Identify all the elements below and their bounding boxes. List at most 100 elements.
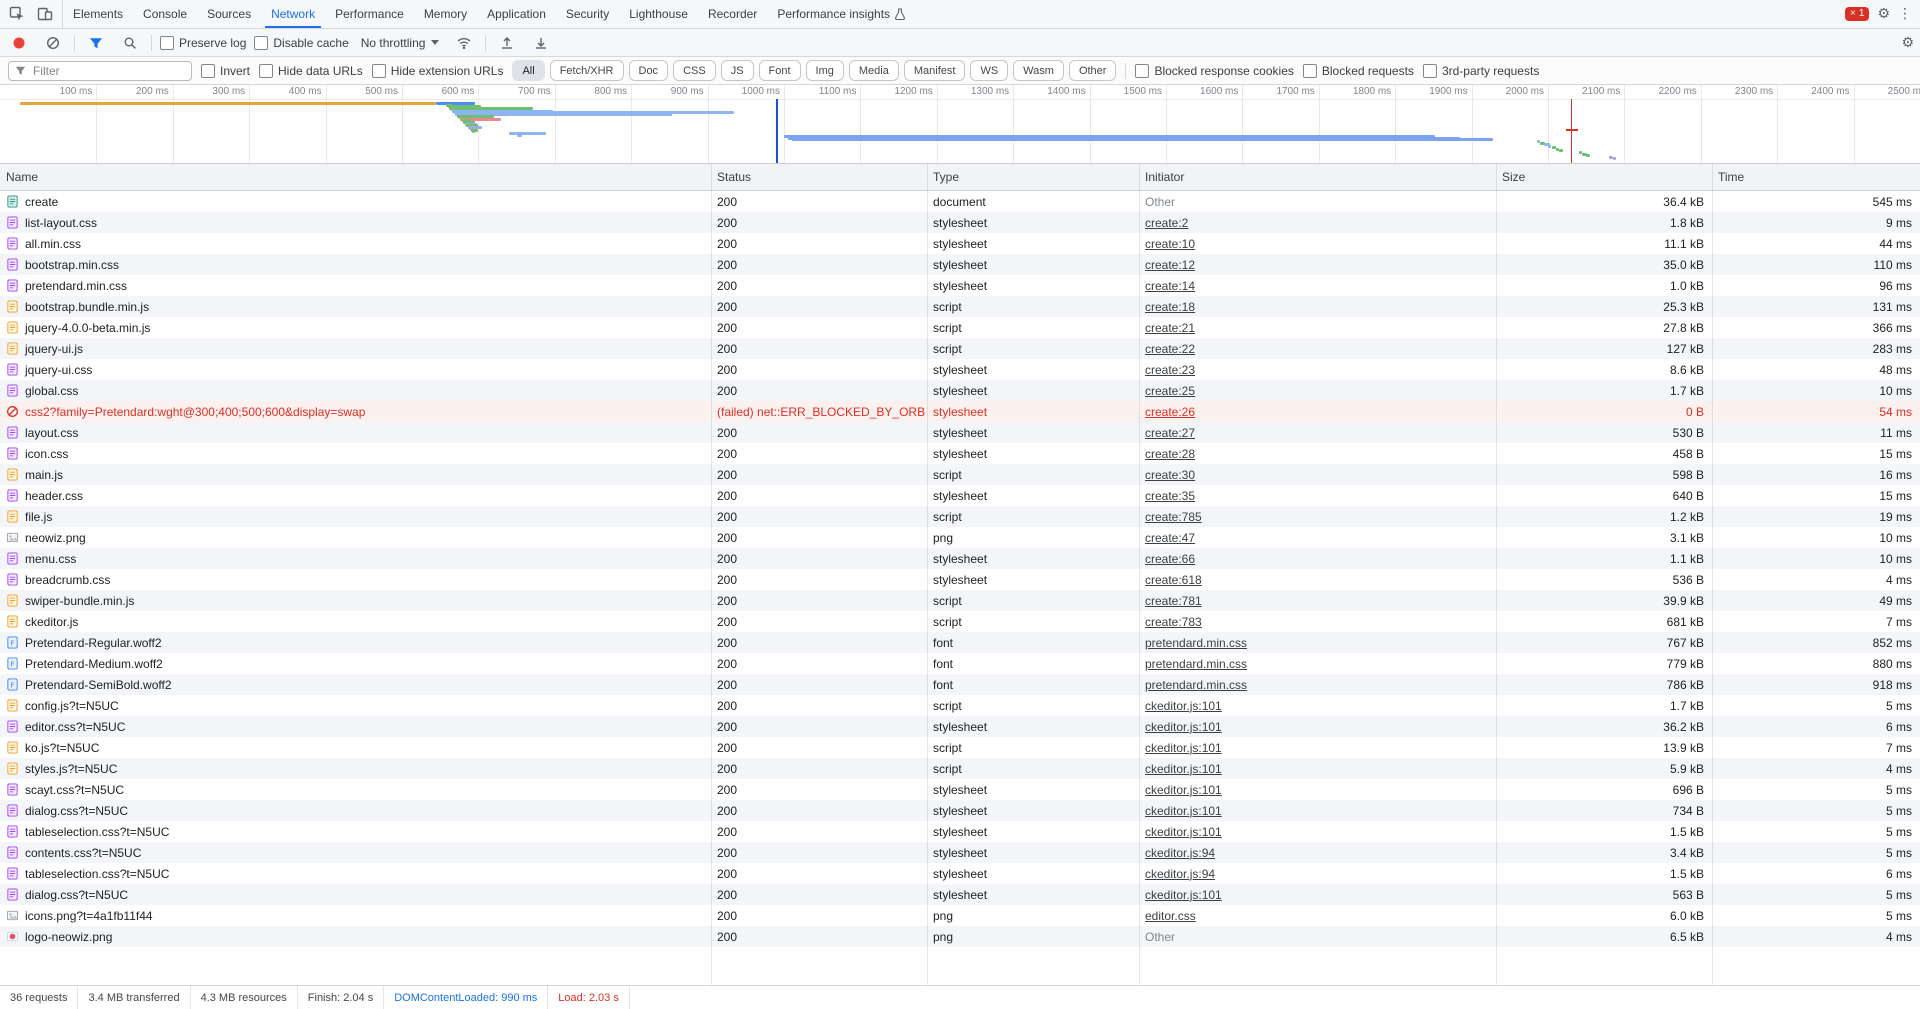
table-row[interactable]: css2?family=Pretendard:wght@300;400;500;… bbox=[0, 401, 1920, 422]
request-initiator-link[interactable]: create:783 bbox=[1145, 615, 1202, 629]
table-row[interactable]: contents.css?t=N5UC 200 stylesheet ckeditor… bbox=[0, 842, 1920, 863]
table-row[interactable]: jquery-ui.js 200 script create:22 127 kB 283 … bbox=[0, 338, 1920, 359]
filter-chip-all[interactable]: All bbox=[512, 60, 545, 81]
network-overview[interactable]: 100 ms 200 ms 300 ms 400 ms 500 ms 600 ms 700 … bbox=[0, 85, 1920, 164]
table-row[interactable]: bootstrap.bundle.min.js 200 script create:1… bbox=[0, 296, 1920, 317]
error-count-badge[interactable]: × 1 bbox=[1845, 7, 1870, 21]
table-row[interactable]: F Pretendard-Regular.woff2 200 font pretenda… bbox=[0, 632, 1920, 653]
request-initiator-link[interactable]: ckeditor.js:101 bbox=[1145, 783, 1222, 797]
filter-chip-css[interactable]: CSS bbox=[673, 60, 716, 81]
table-row[interactable]: config.js?t=N5UC 200 script ckeditor.js:101… bbox=[0, 695, 1920, 716]
column-header-initiator[interactable]: Initiator bbox=[1139, 164, 1496, 190]
disable-cache-checkbox[interactable]: Disable cache bbox=[254, 35, 349, 50]
request-initiator-link[interactable]: create:2 bbox=[1145, 216, 1188, 230]
filter-chip-doc[interactable]: Doc bbox=[628, 60, 669, 81]
table-row[interactable]: pretendard.min.css 200 stylesheet create:14… bbox=[0, 275, 1920, 296]
table-row[interactable]: layout.css 200 stylesheet create:27 530 B 11 … bbox=[0, 422, 1920, 443]
import-har-button[interactable] bbox=[494, 31, 520, 55]
request-initiator-link[interactable]: create:25 bbox=[1145, 384, 1195, 398]
request-initiator-link[interactable]: ckeditor.js:101 bbox=[1145, 741, 1222, 755]
request-initiator-link[interactable]: create:27 bbox=[1145, 426, 1195, 440]
table-row[interactable]: main.js 200 script create:30 598 B 16 ms bbox=[0, 464, 1920, 485]
request-initiator-link[interactable]: create:14 bbox=[1145, 279, 1195, 293]
export-har-button[interactable] bbox=[528, 31, 554, 55]
filter-toggle-button[interactable] bbox=[83, 31, 109, 55]
filter-chip-wasm[interactable]: Wasm bbox=[1013, 60, 1064, 81]
request-initiator-link[interactable]: ckeditor.js:101 bbox=[1145, 804, 1222, 818]
request-initiator-link[interactable]: ckeditor.js:101 bbox=[1145, 762, 1222, 776]
request-initiator-link[interactable]: ckeditor.js:94 bbox=[1145, 867, 1215, 881]
request-initiator-link[interactable]: ckeditor.js:101 bbox=[1145, 825, 1222, 839]
request-initiator-link[interactable]: create:12 bbox=[1145, 258, 1195, 272]
column-header-size[interactable]: Size bbox=[1496, 164, 1712, 190]
column-header-name[interactable]: Name bbox=[0, 164, 711, 190]
throttling-dropdown[interactable]: No throttling bbox=[357, 34, 444, 52]
table-row[interactable]: swiper-bundle.min.js 200 script create:781 3… bbox=[0, 590, 1920, 611]
blocked-response-cookies-checkbox[interactable]: Blocked response cookies bbox=[1135, 63, 1294, 78]
table-row[interactable]: tableselection.css?t=N5UC 200 stylesheet ck… bbox=[0, 821, 1920, 842]
request-initiator-link[interactable]: ckeditor.js:101 bbox=[1145, 720, 1222, 734]
request-initiator-link[interactable]: pretendard.min.css bbox=[1145, 636, 1247, 650]
preserve-log-checkbox[interactable]: Preserve log bbox=[160, 35, 246, 50]
request-initiator-link[interactable]: pretendard.min.css bbox=[1145, 657, 1247, 671]
table-row[interactable]: header.css 200 stylesheet create:35 640 B 15 … bbox=[0, 485, 1920, 506]
table-row[interactable]: dialog.css?t=N5UC 200 stylesheet ckeditor.j… bbox=[0, 800, 1920, 821]
third-party-requests-checkbox[interactable]: 3rd-party requests bbox=[1422, 63, 1539, 78]
tab-network[interactable]: Network bbox=[261, 0, 325, 28]
table-row[interactable]: tableselection.css?t=N5UC 200 stylesheet ck… bbox=[0, 863, 1920, 884]
request-initiator-link[interactable]: create:47 bbox=[1145, 531, 1195, 545]
filter-chip-manifest[interactable]: Manifest bbox=[903, 60, 966, 81]
request-initiator-link[interactable]: create:781 bbox=[1145, 594, 1202, 608]
tab-lighthouse[interactable]: Lighthouse bbox=[619, 0, 698, 28]
tab-elements[interactable]: Elements bbox=[63, 0, 133, 28]
request-initiator-link[interactable]: create:22 bbox=[1145, 342, 1195, 356]
table-row[interactable]: breadcrumb.css 200 stylesheet create:618 536… bbox=[0, 569, 1920, 590]
table-row[interactable]: icon.css 200 stylesheet create:28 458 B 15 ms bbox=[0, 443, 1920, 464]
table-row[interactable]: neowiz.png 200 png create:47 3.1 kB 10 ms bbox=[0, 527, 1920, 548]
table-row[interactable]: create 200 document Other 36.4 kB 545 ms bbox=[0, 191, 1920, 212]
table-row[interactable]: menu.css 200 stylesheet create:66 1.1 kB 10 m… bbox=[0, 548, 1920, 569]
table-row[interactable]: dialog.css?t=N5UC 200 stylesheet ckeditor.j… bbox=[0, 884, 1920, 905]
request-initiator-link[interactable]: ckeditor.js:101 bbox=[1145, 888, 1222, 902]
tab-application[interactable]: Application bbox=[477, 0, 556, 28]
request-initiator-link[interactable]: create:28 bbox=[1145, 447, 1195, 461]
table-row[interactable]: file.js 200 script create:785 1.2 kB 19 ms bbox=[0, 506, 1920, 527]
request-initiator-link[interactable]: ckeditor.js:94 bbox=[1145, 846, 1215, 860]
filter-chip-js[interactable]: JS bbox=[720, 60, 754, 81]
request-initiator-link[interactable]: create:26 bbox=[1145, 405, 1195, 419]
table-row[interactable]: F Pretendard-Medium.woff2 200 font pretendar… bbox=[0, 653, 1920, 674]
table-row[interactable]: editor.css?t=N5UC 200 stylesheet ckeditor.j… bbox=[0, 716, 1920, 737]
network-conditions-button[interactable] bbox=[451, 31, 477, 55]
column-header-status[interactable]: Status bbox=[711, 164, 927, 190]
tab-security[interactable]: Security bbox=[556, 0, 619, 28]
table-row[interactable]: logo-neowiz.png 200 png Other 6.5 kB 4 ms bbox=[0, 926, 1920, 947]
filter-chip-other[interactable]: Other bbox=[1068, 60, 1117, 81]
column-header-type[interactable]: Type bbox=[927, 164, 1139, 190]
request-initiator-link[interactable]: create:23 bbox=[1145, 363, 1195, 377]
tab-performance[interactable]: Performance bbox=[325, 0, 414, 28]
filter-chip-fetch-xhr[interactable]: Fetch/XHR bbox=[549, 60, 624, 81]
table-row[interactable]: list-layout.css 200 stylesheet create:2 1.8 … bbox=[0, 212, 1920, 233]
filter-chip-img[interactable]: Img bbox=[805, 60, 844, 81]
filter-chip-font[interactable]: Font bbox=[758, 60, 801, 81]
request-initiator-link[interactable]: editor.css bbox=[1145, 909, 1196, 923]
table-row[interactable]: styles.js?t=N5UC 200 script ckeditor.js:101… bbox=[0, 758, 1920, 779]
table-row[interactable]: jquery-ui.css 200 stylesheet create:23 8.6 k… bbox=[0, 359, 1920, 380]
network-settings-gear-icon[interactable]: ⚙ bbox=[1901, 36, 1914, 50]
request-initiator-link[interactable]: create:21 bbox=[1145, 321, 1195, 335]
table-row[interactable]: global.css 200 stylesheet create:25 1.7 kB 10… bbox=[0, 380, 1920, 401]
tab-performance-insights[interactable]: Performance insights bbox=[767, 0, 915, 28]
table-row[interactable]: bootstrap.min.css 200 stylesheet create:12 3… bbox=[0, 254, 1920, 275]
column-header-time[interactable]: Time bbox=[1712, 164, 1920, 190]
request-initiator-link[interactable]: ckeditor.js:101 bbox=[1145, 699, 1222, 713]
table-row[interactable]: ckeditor.js 200 script create:783 681 kB 7 ms bbox=[0, 611, 1920, 632]
record-network-log-button[interactable] bbox=[6, 31, 32, 55]
clear-network-log-button[interactable] bbox=[40, 31, 66, 55]
filter-input[interactable] bbox=[31, 62, 185, 79]
search-network-button[interactable] bbox=[117, 31, 143, 55]
hide-extension-urls-checkbox[interactable]: Hide extension URLs bbox=[371, 63, 503, 78]
request-initiator-link[interactable]: pretendard.min.css bbox=[1145, 678, 1247, 692]
tab-memory[interactable]: Memory bbox=[414, 0, 477, 28]
kebab-menu-icon[interactable]: ⋮ bbox=[1898, 7, 1912, 21]
invert-checkbox[interactable]: Invert bbox=[201, 63, 250, 78]
